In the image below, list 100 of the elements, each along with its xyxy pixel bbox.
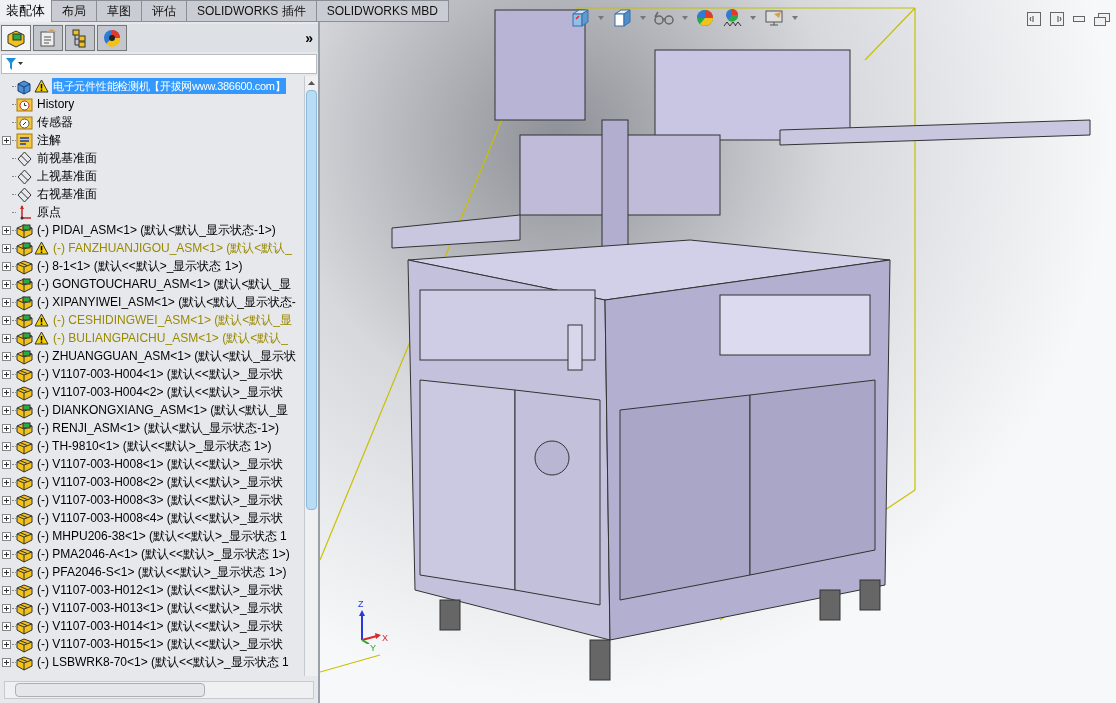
expand-icon[interactable]: [1, 657, 11, 667]
assembly-icon: [16, 329, 33, 347]
expand-icon[interactable]: [1, 459, 11, 469]
z-axis-label: Z: [358, 598, 364, 611]
part-icon: [16, 383, 33, 401]
command-tab[interactable]: SOLIDWORKS MBD: [316, 0, 450, 21]
tree-item[interactable]: (-) RENJI_ASM<1> (默认<默认_显示状态-1>): [36, 420, 281, 436]
tree-item[interactable]: (-) V1107-003-H008<1> (默认<<默认>_显示状: [36, 456, 284, 472]
configuration-icon[interactable]: [65, 25, 95, 51]
tree-item[interactable]: (-) V1107-003-H008<2> (默认<<默认>_显示状: [36, 474, 284, 490]
tree-item[interactable]: 上视基准面: [36, 168, 98, 184]
expand-icon[interactable]: [1, 531, 11, 541]
property-sheet-icon[interactable]: [33, 25, 63, 51]
tree-item[interactable]: (-) V1107-003-H008<3> (默认<<默认>_显示状: [36, 492, 284, 508]
appearance-icon[interactable]: [696, 9, 714, 27]
monitor-icon[interactable]: [764, 9, 784, 27]
cube-view-icon[interactable]: [612, 8, 632, 28]
section-view-icon[interactable]: [570, 8, 590, 28]
tree-item[interactable]: 传感器: [36, 114, 74, 130]
tree-item[interactable]: (-) V1107-003-H013<1> (默认<<默认>_显示状: [36, 600, 284, 616]
part-icon: [16, 491, 33, 509]
tree-item[interactable]: (-) V1107-003-H014<1> (默认<<默认>_显示状: [36, 618, 284, 634]
expand-icon[interactable]: [1, 297, 11, 307]
part-icon: [16, 617, 33, 635]
tree-item[interactable]: (-) LSBWRK8-70<1> (默认<<默认>_显示状态 1: [36, 654, 290, 670]
command-tab[interactable]: SOLIDWORKS 插件: [187, 0, 317, 21]
caret-icon[interactable]: [792, 16, 798, 20]
expand-icon[interactable]: [1, 387, 11, 397]
expand-icon[interactable]: [1, 477, 11, 487]
expand-icon[interactable]: [1, 423, 11, 433]
filter-field[interactable]: [1, 54, 317, 74]
expand-icon[interactable]: [1, 639, 11, 649]
tree-item[interactable]: History: [36, 96, 76, 112]
tree-item[interactable]: 右视基准面: [36, 186, 98, 202]
tree-item[interactable]: 原点: [36, 204, 62, 220]
horizontal-scrollbar[interactable]: [4, 681, 314, 699]
assembly-icon: [16, 275, 33, 293]
tree-item[interactable]: (-) V1107-003-H012<1> (默认<<默认>_显示状: [36, 582, 284, 598]
command-tab[interactable]: 评估: [142, 0, 187, 21]
more-button[interactable]: »: [305, 27, 313, 49]
expand-icon[interactable]: [1, 441, 11, 451]
tree-item[interactable]: (-) PIDAI_ASM<1> (默认<默认_显示状态-1>): [36, 222, 277, 238]
plane-icon: [16, 185, 33, 203]
expand-icon[interactable]: [1, 225, 11, 235]
tree-item[interactable]: (-) DIANKONGXIANG_ASM<1> (默认<默认_显: [36, 402, 290, 418]
tree-item[interactable]: (-) GONGTOUCHARU_ASM<1> (默认<默认_显: [36, 276, 293, 292]
expand-icon[interactable]: [1, 279, 11, 289]
split-right-icon[interactable]: [1050, 12, 1064, 26]
assembly-icon: [16, 419, 33, 437]
expand-icon[interactable]: [1, 315, 11, 325]
tree-item[interactable]: (-) PFA2046-S<1> (默认<<默认>_显示状态 1>): [36, 564, 288, 580]
command-tab[interactable]: 装配体: [0, 0, 52, 22]
tree-item[interactable]: (-) V1107-003-H004<2> (默认<<默认>_显示状: [36, 384, 284, 400]
vertical-scrollbar[interactable]: [304, 76, 318, 676]
expand-icon[interactable]: [1, 567, 11, 577]
caret-icon[interactable]: [750, 16, 756, 20]
tree-item[interactable]: (-) ZHUANGGUAN_ASM<1> (默认<默认_显示状: [36, 348, 298, 364]
assembly-icon: [16, 347, 33, 365]
tree-item[interactable]: 注解: [36, 132, 62, 148]
tree-item[interactable]: (-) 8-1<1> (默认<<默认>_显示状态 1>): [36, 258, 244, 274]
minimize-icon[interactable]: [1073, 16, 1085, 22]
part-icon: [16, 455, 33, 473]
assembly-icon: [16, 239, 33, 257]
feature-tree-icon[interactable]: [1, 25, 31, 51]
display-manager-icon[interactable]: [97, 25, 127, 51]
tree-item[interactable]: 前视基准面: [36, 150, 98, 166]
tree-item[interactable]: (-) PMA2046-A<1> (默认<<默认>_显示状态 1>): [36, 546, 291, 562]
restore-icon[interactable]: [1094, 12, 1110, 26]
part-icon: [16, 365, 33, 383]
expand-icon[interactable]: [1, 585, 11, 595]
expand-icon[interactable]: [1, 549, 11, 559]
expand-icon[interactable]: [1, 513, 11, 523]
assembly-icon: [16, 221, 33, 239]
scene-icon[interactable]: [722, 8, 742, 28]
expand-icon[interactable]: [1, 243, 11, 253]
expand-icon[interactable]: [1, 135, 11, 145]
expand-icon[interactable]: [1, 621, 11, 631]
part-icon: [16, 473, 33, 491]
expand-icon[interactable]: [1, 351, 11, 361]
tree-item[interactable]: (-) V1107-003-H004<1> (默认<<默认>_显示状: [36, 366, 284, 382]
tree-item[interactable]: (-) MHPU206-38<1> (默认<<默认>_显示状态 1: [36, 528, 288, 544]
command-tab[interactable]: 布局: [52, 0, 97, 21]
clock-icon: [16, 95, 33, 113]
expand-icon[interactable]: [1, 405, 11, 415]
tree-item[interactable]: (-) XIPANYIWEI_ASM<1> (默认<默认_显示状态-: [36, 294, 297, 310]
part-icon: [16, 599, 33, 617]
tree-item[interactable]: (-) TH-9810<1> (默认<<默认>_显示状态 1>): [36, 438, 273, 454]
part-icon: [16, 257, 33, 275]
expand-icon[interactable]: [1, 369, 11, 379]
expand-icon[interactable]: [1, 603, 11, 613]
command-tab[interactable]: 草图: [97, 0, 142, 21]
expand-icon[interactable]: [1, 333, 11, 343]
tree-item[interactable]: (-) V1107-003-H015<1> (默认<<默认>_显示状: [36, 636, 284, 652]
part-icon: [16, 437, 33, 455]
glasses-icon[interactable]: [654, 11, 674, 25]
split-left-icon[interactable]: [1027, 12, 1041, 26]
expand-icon[interactable]: [1, 261, 11, 271]
part-icon: [16, 527, 33, 545]
tree-item[interactable]: (-) V1107-003-H008<4> (默认<<默认>_显示状: [36, 510, 284, 526]
expand-icon[interactable]: [1, 495, 11, 505]
